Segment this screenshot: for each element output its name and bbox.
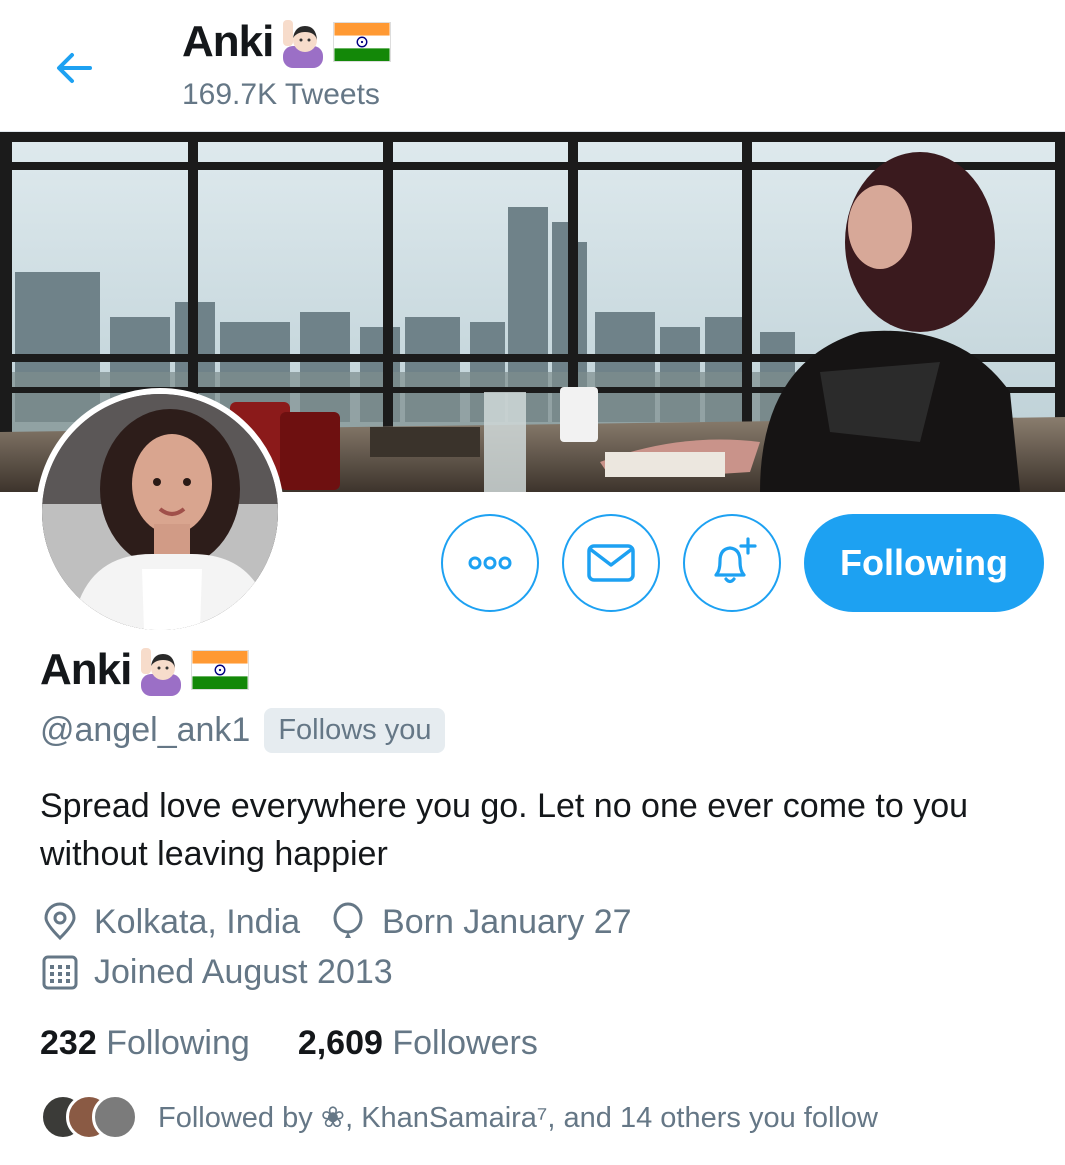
mini-avatar	[92, 1094, 138, 1140]
more-options-icon	[468, 556, 512, 570]
followed-by-avatars	[40, 1094, 138, 1140]
back-button[interactable]	[48, 42, 100, 94]
profile-meta-row: Kolkata, India Born January 27	[40, 902, 660, 942]
following-stat[interactable]: 232 Following	[40, 1024, 250, 1063]
profile-actions: Following	[0, 514, 1065, 612]
birthday-text: Born January 27	[382, 902, 632, 941]
india-flag-emoji	[191, 650, 250, 690]
back-arrow-icon	[57, 53, 92, 83]
handle-row: @angel_ank1 Follows you	[40, 708, 446, 753]
following-count: 232	[40, 1024, 97, 1062]
profile-name-row: Anki	[40, 644, 250, 696]
notifications-button[interactable]	[683, 514, 781, 612]
person-raising-hand-emoji	[141, 648, 182, 696]
following-label: Following	[106, 1024, 250, 1062]
envelope-icon	[587, 544, 635, 582]
joined-text: Joined August 2013	[94, 952, 393, 991]
more-options-button[interactable]	[441, 514, 539, 612]
person-raising-hand-emoji	[283, 20, 324, 68]
profile-handle: @angel_ank1	[40, 711, 251, 749]
india-flag-emoji	[333, 22, 392, 62]
header-name: Anki	[182, 17, 274, 66]
profile-bio: Spread love everywhere you go. Let no on…	[40, 787, 969, 873]
location-pin-icon	[44, 902, 76, 941]
followers-stat[interactable]: 2,609 Followers	[298, 1024, 538, 1063]
following-button[interactable]: Following	[804, 514, 1044, 612]
profile-name: Anki	[40, 645, 132, 694]
joined-item: Joined August 2013	[40, 952, 393, 992]
followers-count: 2,609	[297, 1024, 383, 1062]
header-title-row: Anki	[182, 16, 392, 68]
follows-you-badge: Follows you	[264, 708, 446, 753]
calendar-icon	[42, 955, 78, 990]
bell-plus-icon	[714, 537, 757, 584]
followed-by-text: Followed by ❀, KhanSamaira⁷, and 14 othe…	[158, 1101, 878, 1134]
location-item: Kolkata, India	[40, 902, 300, 942]
followers-label: Followers	[392, 1024, 538, 1062]
profile-joined-row: Joined August 2013	[40, 952, 421, 992]
followed-by-row[interactable]: Followed by ❀, KhanSamaira⁷, and 14 othe…	[40, 1094, 878, 1140]
message-button[interactable]	[562, 514, 660, 612]
balloon-icon	[333, 902, 363, 938]
top-bar: Anki 169.7K Tweets	[0, 0, 1065, 132]
tweets-count: 169.7K Tweets	[182, 78, 380, 111]
location-text: Kolkata, India	[94, 902, 301, 941]
follow-stats: 232 Following 2,609 Followers	[40, 1024, 586, 1063]
birthday-item: Born January 27	[328, 902, 632, 942]
